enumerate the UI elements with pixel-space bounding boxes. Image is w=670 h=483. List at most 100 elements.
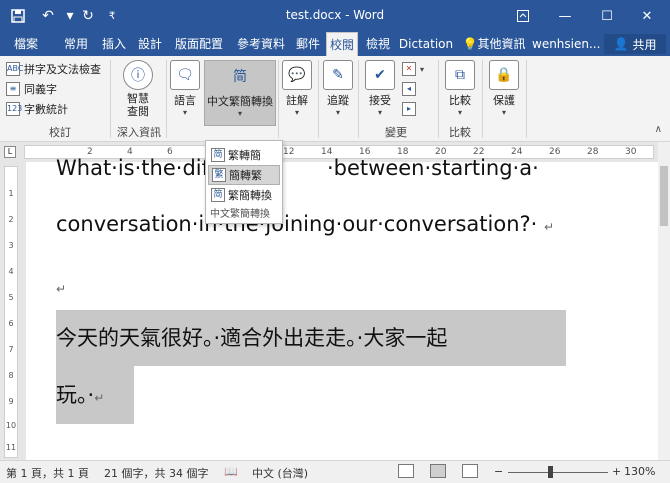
comments-button[interactable]: 💬 註解 ▾ [282, 60, 312, 126]
tracking-icon: ✎ [323, 60, 353, 90]
tab-mailings[interactable]: 郵件 [292, 32, 324, 56]
spelling-label: 拼字及文法檢查 [24, 63, 101, 76]
user-account[interactable]: wenhsien... [532, 32, 600, 56]
ruler-number: 10 [5, 421, 17, 430]
thesaurus-button[interactable]: ≡ 同義字 [6, 80, 57, 98]
word-count[interactable]: 21 個字，共 34 個字 [104, 465, 208, 481]
spelling-grammar-button[interactable]: ABC 拼字及文法檢查 [6, 60, 101, 78]
compare-icon: ⧉ [445, 60, 475, 90]
zoom-in-button[interactable]: + [612, 465, 621, 478]
web-layout-icon[interactable] [462, 464, 478, 478]
reject-button[interactable]: ✕ ▾ [402, 60, 424, 78]
print-layout-icon[interactable] [430, 464, 446, 478]
tab-home[interactable]: 常用 [60, 32, 92, 56]
chevron-down-icon: ▾ [237, 109, 242, 118]
ruler-number: 2 [8, 215, 14, 224]
ruler-number: 9 [8, 397, 14, 406]
paragraph-mark: ↵ [94, 391, 105, 405]
vertical-ruler[interactable]: 1 2 3 4 5 6 7 8 9 10 11 [4, 166, 18, 458]
tab-dictation[interactable]: Dictation [398, 32, 454, 56]
thesaurus-label: 同義字 [24, 83, 57, 96]
person-icon: 👤 [613, 37, 629, 51]
chinese-conversion-menu: 简 繁轉簡 繁 簡轉繁 简 繁簡轉換 中文繁簡轉換 [205, 140, 283, 224]
document-page[interactable]: What·is·the·dif ·between·starting·a· conv… [26, 156, 658, 460]
group-label-proofing: 校訂 [49, 126, 71, 139]
trad-to-simp-icon: 简 [211, 148, 225, 162]
ruler-number: 30 [625, 147, 637, 157]
group-separator [438, 60, 439, 138]
tab-layout[interactable]: 版面配置 [170, 32, 228, 56]
zoom-slider[interactable] [508, 472, 608, 473]
compare-button[interactable]: ⧉ 比較 ▾ [444, 60, 476, 126]
scrollbar-thumb[interactable] [660, 166, 668, 226]
collapse-ribbon-icon[interactable]: ∧ [655, 124, 662, 135]
group-label-insights: 深入資訊 [117, 126, 161, 139]
paragraph-mark: ↵ [544, 220, 555, 234]
next-change-button[interactable]: ▸ [402, 100, 416, 118]
document-line-1: What·is·the·dif ·between·starting·a· [56, 156, 539, 180]
zoom-level[interactable]: 130% [624, 465, 655, 478]
zoom-out-button[interactable]: − [494, 465, 503, 478]
language-button[interactable]: 🗨 語言 ▾ [170, 60, 200, 126]
tell-me[interactable]: 💡其他資訊 [460, 32, 528, 56]
page-count[interactable]: 第 1 頁，共 1 頁 [6, 465, 89, 481]
protect-button[interactable]: 🔒 保護 ▾ [488, 60, 520, 126]
menu-item-conversion[interactable]: 简 繁簡轉換 [208, 185, 280, 205]
protect-label: 保護 [493, 94, 515, 107]
word-count-icon: 123 [6, 102, 22, 116]
tracking-button[interactable]: ✎ 追蹤 ▾ [322, 60, 354, 126]
ruler-number: 3 [8, 241, 14, 250]
group-separator [110, 60, 111, 138]
share-button[interactable]: 👤 共用 [604, 34, 666, 54]
ribbon-tab-bar: 檔案 常用 插入 設計 版面配置 參考資料 郵件 校閱 檢視 Dictation… [0, 32, 670, 56]
maximize-button[interactable]: ☐ [588, 0, 626, 32]
ruler-number: 11 [5, 443, 17, 452]
lightbulb-icon: 💡 [462, 37, 478, 51]
menu-item-simp-to-trad[interactable]: 繁 簡轉繁 [208, 165, 280, 185]
selected-text-line-4: 玩。·↵ [56, 366, 134, 424]
vertical-scrollbar[interactable] [658, 142, 670, 460]
minimize-button[interactable]: — [546, 0, 584, 32]
ruler-number: 4 [8, 267, 14, 276]
language-label: 語言 [174, 94, 196, 107]
comment-icon: 💬 [282, 60, 312, 90]
chevron-down-icon: ▾ [457, 108, 462, 117]
tab-insert[interactable]: 插入 [98, 32, 130, 56]
menu-group-label: 中文繁簡轉換 [210, 209, 270, 220]
chinese-conversion-button[interactable]: 简 中文繁簡轉換 ▾ [204, 60, 276, 126]
chevron-down-icon: ▾ [182, 108, 187, 117]
accept-icon: ✔ [365, 60, 395, 90]
ruler-number: 26 [549, 147, 561, 157]
menu-item-label: 繁轉簡 [228, 149, 261, 162]
document-text: What·is·the·dif [56, 156, 209, 180]
accept-button[interactable]: ✔ 接受 ▾ [364, 60, 396, 126]
lock-icon: 🔒 [489, 60, 519, 90]
status-bar: 第 1 頁，共 1 頁 21 個字，共 34 個字 📖 中文 (台灣) − + … [0, 460, 670, 483]
previous-change-button[interactable]: ◂ [402, 80, 416, 98]
ruler-number: 7 [8, 345, 14, 354]
word-count-button[interactable]: 123 字數統計 [6, 100, 68, 118]
read-mode-icon[interactable] [398, 464, 414, 478]
tab-references[interactable]: 參考資料 [232, 32, 290, 56]
menu-item-label: 簡轉繁 [229, 169, 262, 182]
ribbon-display-icon[interactable] [504, 0, 542, 32]
group-separator [482, 60, 483, 138]
group-separator [166, 60, 167, 138]
menu-item-trad-to-simp[interactable]: 简 繁轉簡 [208, 145, 280, 165]
tab-design[interactable]: 設計 [134, 32, 166, 56]
ruler-number: 1 [8, 189, 14, 198]
document-text: conversation·in·the·joining·our·conversa… [56, 212, 538, 236]
smart-lookup-button[interactable]: ⓘ 智慧 查閱 [116, 60, 160, 126]
zoom-slider-thumb[interactable] [548, 466, 553, 478]
tab-selector[interactable]: L [4, 146, 16, 158]
word-count-label: 字數統計 [24, 103, 68, 116]
group-separator [278, 60, 279, 138]
tab-file[interactable]: 檔案 [6, 32, 46, 56]
proofing-status-icon[interactable]: 📖 [224, 465, 238, 478]
close-button[interactable]: ✕ [628, 0, 666, 32]
group-label-compare: 比較 [449, 126, 471, 139]
tab-view[interactable]: 檢視 [362, 32, 394, 56]
language-status[interactable]: 中文 (台灣) [252, 465, 308, 481]
tab-review[interactable]: 校閱 [326, 32, 358, 56]
language-icon: 🗨 [170, 60, 200, 90]
